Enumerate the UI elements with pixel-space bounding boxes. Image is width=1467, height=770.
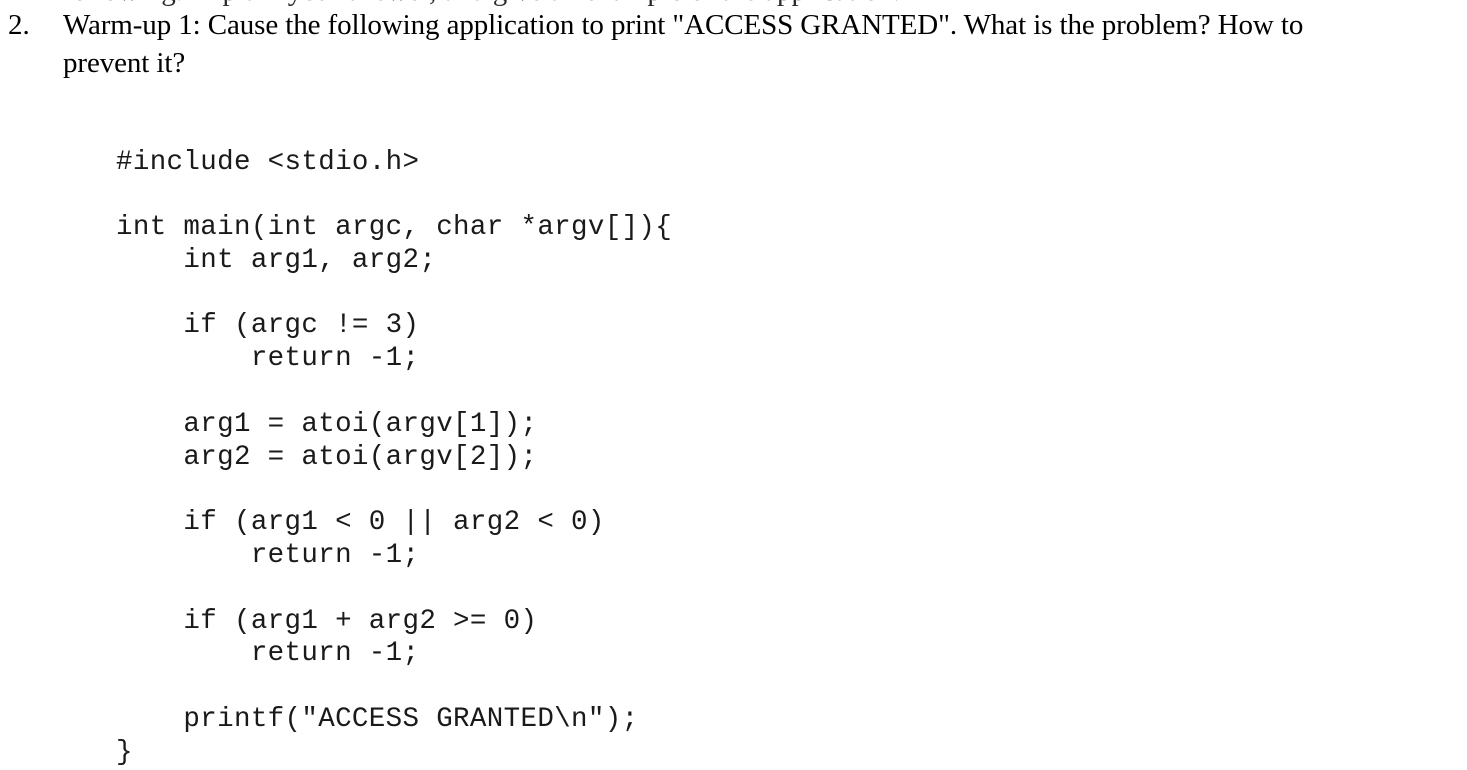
code-line: arg2 = atoi(argv[2]); [116, 441, 538, 473]
code-line: arg1 = atoi(argv[1]); [116, 408, 538, 440]
code-line: return -1; [116, 638, 420, 670]
question-number: 2. [8, 9, 30, 41]
question-item: 2. Warm-up 1: Cause the following applic… [0, 6, 1400, 82]
code-line: if (argc != 3) [116, 310, 420, 342]
code-line: } [116, 736, 133, 768]
code-line: int arg1, arg2; [116, 244, 437, 276]
code-line: printf("ACCESS GRANTED\n"); [116, 704, 639, 736]
code-line: if (arg1 < 0 || arg2 < 0) [116, 507, 605, 539]
code-line: int main(int argc, char *argv[]){ [116, 212, 673, 244]
code-line: if (arg1 + arg2 >= 0) [116, 605, 538, 637]
question-text: Warm-up 1: Cause the following applicati… [63, 9, 1304, 79]
code-line: return -1; [116, 540, 420, 572]
code-line: #include <stdio.h> [116, 146, 420, 178]
code-listing: #include <stdio.h> int main(int argc, ch… [116, 147, 672, 770]
code-line: return -1; [116, 343, 420, 375]
